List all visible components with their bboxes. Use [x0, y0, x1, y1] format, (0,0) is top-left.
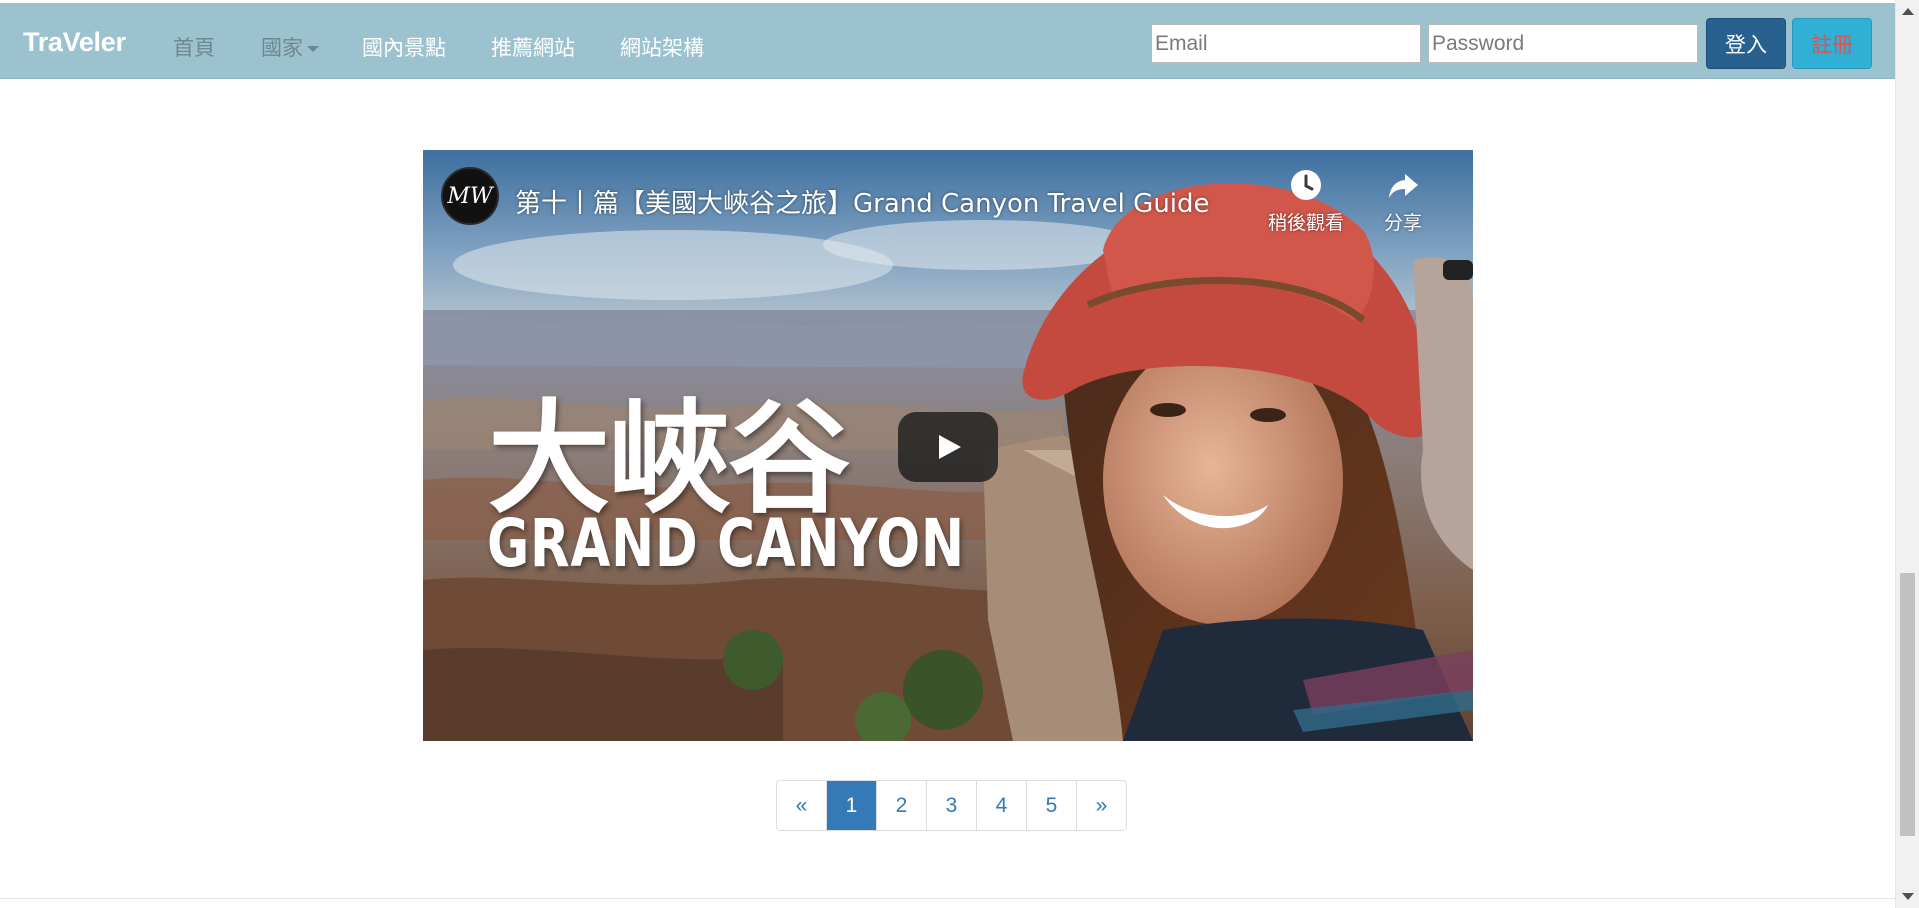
- clock-icon: [1291, 170, 1321, 200]
- video-player[interactable]: MW 第十丨篇【美國大峽谷之旅】Grand Canyon Travel Guid…: [423, 150, 1473, 741]
- scrollbar-thumb[interactable]: [1900, 573, 1915, 836]
- nav-link-recommended-sites[interactable]: 推薦網站: [491, 32, 575, 62]
- navbar: TraVeler 首頁 國家 國內景點 推薦網站 網站架構 登入 註冊: [0, 3, 1895, 79]
- play-icon: [939, 435, 961, 459]
- share-icon: [1389, 174, 1418, 198]
- login-button[interactable]: 登入: [1706, 18, 1786, 69]
- watch-later-button[interactable]: 稍後觀看: [1261, 168, 1351, 235]
- nav-link-countries-label: 國家: [261, 36, 303, 60]
- pagination-page-2[interactable]: 2: [877, 781, 927, 830]
- email-input[interactable]: [1151, 24, 1421, 63]
- share-label: 分享: [1383, 212, 1422, 234]
- pagination-page-5[interactable]: 5: [1027, 781, 1077, 830]
- pagination-page-4[interactable]: 4: [977, 781, 1027, 830]
- page-scrollbar[interactable]: [1895, 0, 1919, 908]
- share-button[interactable]: 分享: [1358, 168, 1448, 235]
- caret-down-icon: [307, 46, 319, 52]
- video-title[interactable]: 第十丨篇【美國大峽谷之旅】Grand Canyon Travel Guide: [515, 183, 1210, 220]
- nav-link-domestic-attractions[interactable]: 國內景點: [362, 32, 446, 62]
- scroll-up-arrow-icon[interactable]: [1902, 8, 1914, 15]
- overlay-title-english: GRAND CANYON: [487, 505, 965, 582]
- brand-logo[interactable]: TraVeler: [23, 27, 126, 58]
- footer-divider: [0, 898, 1895, 899]
- pagination-next[interactable]: »: [1077, 781, 1126, 830]
- pagination-page-1[interactable]: 1: [827, 781, 877, 830]
- pagination: « 1 2 3 4 5 »: [776, 780, 1127, 831]
- scroll-down-arrow-icon[interactable]: [1902, 893, 1914, 900]
- pagination-prev[interactable]: «: [777, 781, 827, 830]
- channel-avatar[interactable]: MW: [441, 167, 499, 225]
- password-input[interactable]: [1428, 24, 1698, 63]
- nav-link-home[interactable]: 首頁: [173, 32, 215, 62]
- nav-link-countries[interactable]: 國家: [261, 32, 319, 62]
- watch-later-label: 稍後觀看: [1267, 212, 1344, 234]
- play-button[interactable]: [898, 412, 998, 482]
- nav-link-site-structure[interactable]: 網站架構: [620, 32, 704, 62]
- register-button[interactable]: 註冊: [1792, 18, 1872, 69]
- pagination-page-3[interactable]: 3: [927, 781, 977, 830]
